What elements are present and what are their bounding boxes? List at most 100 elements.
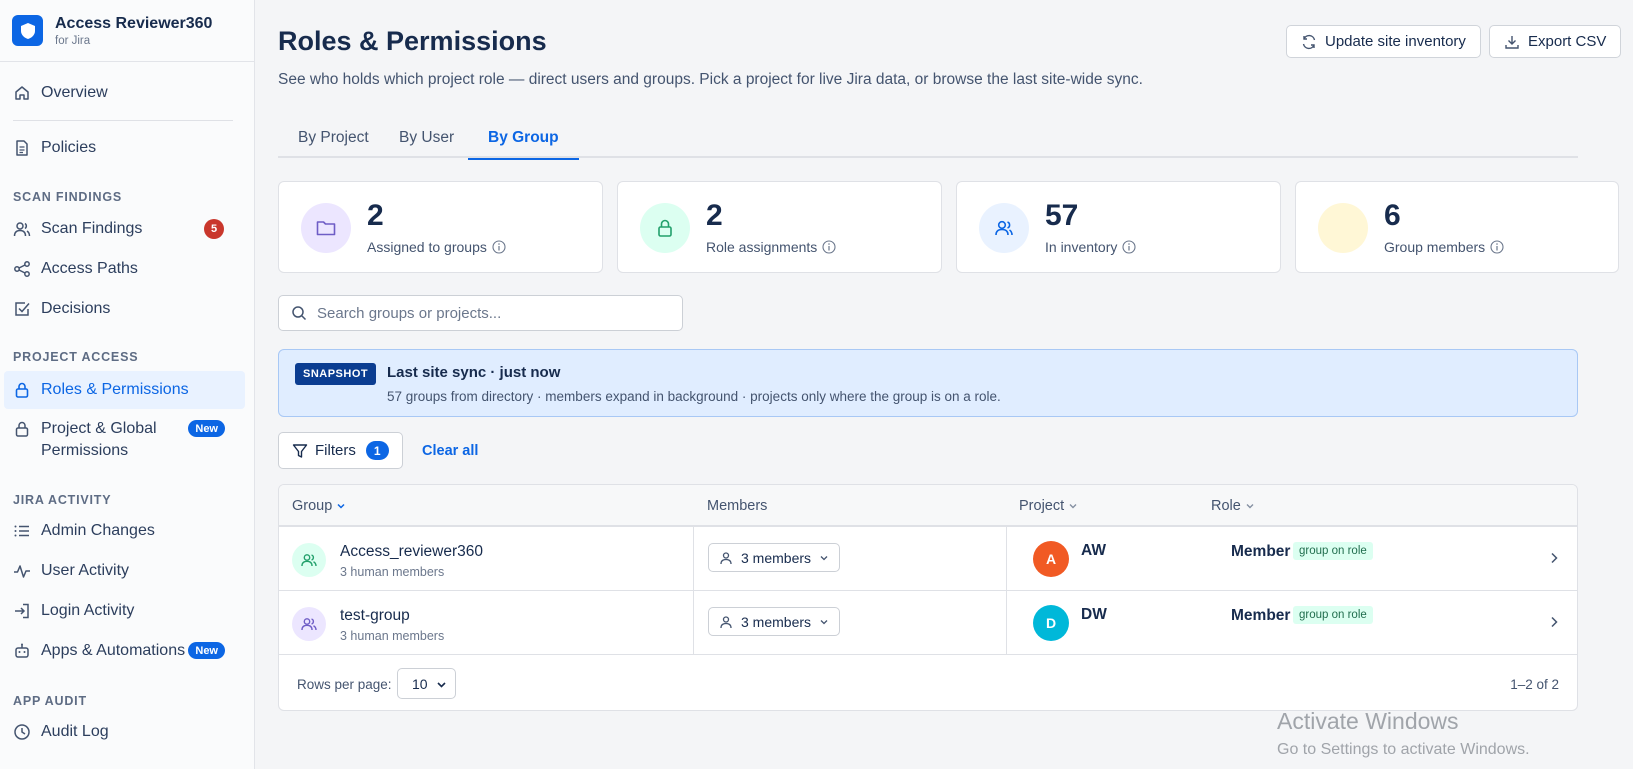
stat-card-assigned-groups: 2 Assigned to groups (278, 181, 603, 273)
sidebar-item-label: Overview (41, 84, 108, 101)
sidebar-item-label: Login Activity (41, 602, 135, 619)
rows-per-page-value: 10 (412, 675, 428, 692)
sidebar-item-policies[interactable]: Policies (0, 133, 245, 163)
sidebar-item-decisions[interactable]: Decisions (0, 294, 245, 324)
column-divider (693, 591, 694, 655)
sidebar-item-login-activity[interactable]: Login Activity (0, 596, 245, 626)
search-box[interactable] (278, 295, 683, 331)
sidebar-item-admin-changes[interactable]: Admin Changes (0, 516, 245, 546)
users-icon (979, 203, 1029, 253)
sidebar-item-label: Roles & Permissions (41, 381, 189, 398)
brand[interactable]: Access Reviewer360 for Jira (0, 0, 254, 62)
stat-card-inventory: 57 In inventory (956, 181, 1281, 273)
sidebar-item-project-global-permissions[interactable]: Project & Global Permissions New (0, 418, 245, 466)
login-icon (15, 603, 29, 619)
clock-icon (14, 724, 30, 740)
chevron-down-icon (337, 503, 345, 509)
chevron-right-icon[interactable] (1547, 615, 1561, 629)
sidebar-item-scan-findings[interactable]: Scan Findings 5 (0, 214, 245, 244)
sidebar-item-label: Apps & Automations (41, 642, 186, 659)
activity-icon (14, 565, 30, 578)
table-row[interactable]: test-group 3 human members 3 members D D… (279, 591, 1577, 655)
tab-by-project[interactable]: By Project (278, 118, 389, 158)
info-icon[interactable] (1122, 240, 1136, 254)
new-badge: New (188, 420, 225, 437)
info-icon[interactable] (1490, 240, 1504, 254)
filters-count-badge: 1 (365, 441, 389, 460)
members-label: 3 members (741, 549, 812, 566)
sidebar-item-overview[interactable]: Overview (0, 78, 245, 108)
group-member-count: 3 human members (340, 629, 445, 643)
filter-icon (292, 443, 308, 458)
filters-label: Filters (315, 442, 356, 459)
stat-label: Role assignments (706, 239, 818, 255)
sidebar-item-roles-permissions[interactable]: Roles & Permissions (4, 371, 245, 409)
group-icon (292, 607, 326, 641)
users-icon (13, 222, 31, 237)
list-icon (14, 525, 29, 537)
column-divider (1006, 591, 1007, 655)
export-csv-button[interactable]: Export CSV (1489, 25, 1622, 58)
section-project-access: PROJECT ACCESS (13, 350, 139, 364)
column-header-project[interactable]: Project (1019, 485, 1078, 527)
update-site-inventory-button[interactable]: Update site inventory (1286, 25, 1481, 58)
project-avatar: A (1033, 541, 1069, 577)
snapshot-banner: SNAPSHOT Last site sync · just now 57 gr… (278, 349, 1578, 417)
search-input[interactable] (317, 304, 677, 322)
column-label: Project (1019, 498, 1065, 514)
section-scan-findings: SCAN FINDINGS (13, 190, 123, 204)
role-source-tag: group on role (1293, 606, 1373, 624)
column-header-role[interactable]: Role (1211, 485, 1255, 527)
chevron-down-icon (1069, 504, 1077, 509)
stat-label: Assigned to groups (367, 239, 487, 255)
sidebar-item-label: Project & Global (41, 420, 157, 437)
filters-button[interactable]: Filters 1 (278, 432, 403, 469)
windows-activation-watermark: Activate Windows Go to Settings to activ… (1277, 708, 1530, 759)
sidebar-item-label: Decisions (41, 300, 111, 317)
column-divider (693, 527, 694, 591)
snapshot-title: Last site sync · just now (387, 364, 561, 381)
group-member-count: 3 human members (340, 565, 445, 579)
column-label: Members (707, 498, 768, 514)
members-icon (1318, 203, 1368, 253)
sidebar-item-access-paths[interactable]: Access Paths (0, 254, 245, 284)
clear-all-link[interactable]: Clear all (422, 443, 478, 459)
checkbox-icon (15, 302, 30, 316)
sidebar-item-user-activity[interactable]: User Activity (0, 556, 245, 586)
sidebar-item-label: Scan Findings (41, 220, 143, 237)
home-icon (15, 86, 29, 100)
table-header: Group Members Project Role (279, 485, 1577, 527)
members-dropdown[interactable]: 3 members (708, 543, 841, 572)
folder-icon (301, 203, 351, 253)
column-label: Group (292, 498, 333, 514)
group-icon (292, 543, 326, 577)
chevron-right-icon[interactable] (1547, 551, 1561, 565)
sidebar-item-label: Policies (41, 139, 97, 156)
column-header-group[interactable]: Group (292, 485, 346, 527)
info-icon[interactable] (822, 240, 836, 254)
tab-by-group[interactable]: By Group (468, 118, 579, 160)
chevron-down-icon (437, 682, 446, 688)
document-icon (16, 140, 28, 156)
export-button-label: Export CSV (1528, 33, 1607, 50)
brand-subtitle: for Jira (55, 34, 91, 47)
section-app-audit: APP AUDIT (13, 694, 87, 708)
project-key[interactable]: AW (1081, 542, 1106, 560)
share-nodes-icon (14, 261, 30, 277)
rows-per-page-select[interactable]: 10 (397, 668, 456, 699)
stat-value: 57 (1045, 199, 1079, 232)
sidebar: Access Reviewer360 for Jira Overview Pol… (0, 0, 255, 769)
sidebar-item-apps-automations[interactable]: Apps & Automations New (0, 636, 245, 666)
info-icon[interactable] (492, 240, 506, 254)
table-row[interactable]: Access_reviewer360 3 human members 3 mem… (279, 527, 1577, 591)
project-key[interactable]: DW (1081, 606, 1107, 624)
sidebar-item-label: Permissions (41, 442, 129, 459)
tab-by-user[interactable]: By User (379, 118, 474, 158)
sidebar-item-audit-log[interactable]: Audit Log (0, 717, 245, 747)
group-name: test-group (340, 607, 410, 624)
members-dropdown[interactable]: 3 members (708, 607, 841, 636)
page-title: Roles & Permissions (278, 26, 547, 56)
update-button-label: Update site inventory (1325, 33, 1466, 50)
lock-icon (15, 382, 29, 398)
column-divider (1006, 527, 1007, 591)
